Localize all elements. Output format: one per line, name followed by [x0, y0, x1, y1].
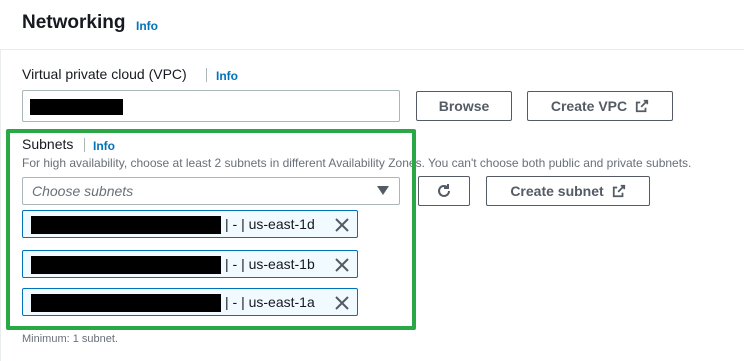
subnet-token: | - | us-east-1b	[22, 250, 358, 278]
browse-button[interactable]: Browse	[416, 91, 512, 121]
subnets-select[interactable]: Choose subnets	[22, 177, 400, 205]
subnet-token: | - | us-east-1a	[22, 288, 358, 316]
create-subnet-button[interactable]: Create subnet	[486, 176, 650, 206]
vpc-info-link[interactable]: Info	[216, 69, 238, 83]
vpc-label: Virtual private cloud (VPC)	[22, 66, 187, 82]
subnets-select-placeholder: Choose subnets	[32, 183, 134, 199]
subnet-token-label: | - | us-east-1b	[225, 256, 315, 272]
subnets-constraint-text: Minimum: 1 subnet.	[22, 333, 118, 345]
caret-down-icon	[377, 186, 389, 195]
subnet-token-label: | - | us-east-1a	[225, 294, 315, 310]
close-icon[interactable]	[333, 216, 351, 234]
subnet-token-label: | - | us-east-1d	[225, 216, 315, 232]
redacted-subnet-id	[31, 216, 221, 234]
browse-button-label: Browse	[438, 98, 490, 114]
close-icon[interactable]	[333, 294, 351, 312]
close-icon[interactable]	[333, 256, 351, 274]
refresh-icon	[438, 184, 450, 197]
vpc-label-divider	[206, 68, 207, 82]
refresh-subnets-button[interactable]	[418, 176, 470, 206]
redacted-vpc-value	[30, 99, 123, 115]
external-link-icon	[636, 99, 649, 113]
section-info-link[interactable]: Info	[136, 19, 158, 33]
section-title: Networking	[22, 12, 126, 33]
create-vpc-button-label: Create VPC	[550, 98, 628, 114]
external-link-icon	[612, 184, 625, 198]
redacted-subnet-id	[31, 256, 221, 274]
vpc-input[interactable]	[22, 90, 400, 122]
create-subnet-button-label: Create subnet	[510, 183, 604, 199]
subnets-info-link[interactable]: Info	[93, 139, 115, 153]
create-vpc-button[interactable]: Create VPC	[527, 91, 673, 121]
subnets-label-divider	[84, 138, 85, 152]
section-header: Networking Info	[0, 0, 744, 50]
subnets-label: Subnets	[22, 136, 74, 152]
subnet-token: | - | us-east-1d	[22, 210, 358, 238]
subnets-description: For high availability, choose at least 2…	[22, 156, 692, 170]
redacted-subnet-id	[31, 294, 221, 312]
